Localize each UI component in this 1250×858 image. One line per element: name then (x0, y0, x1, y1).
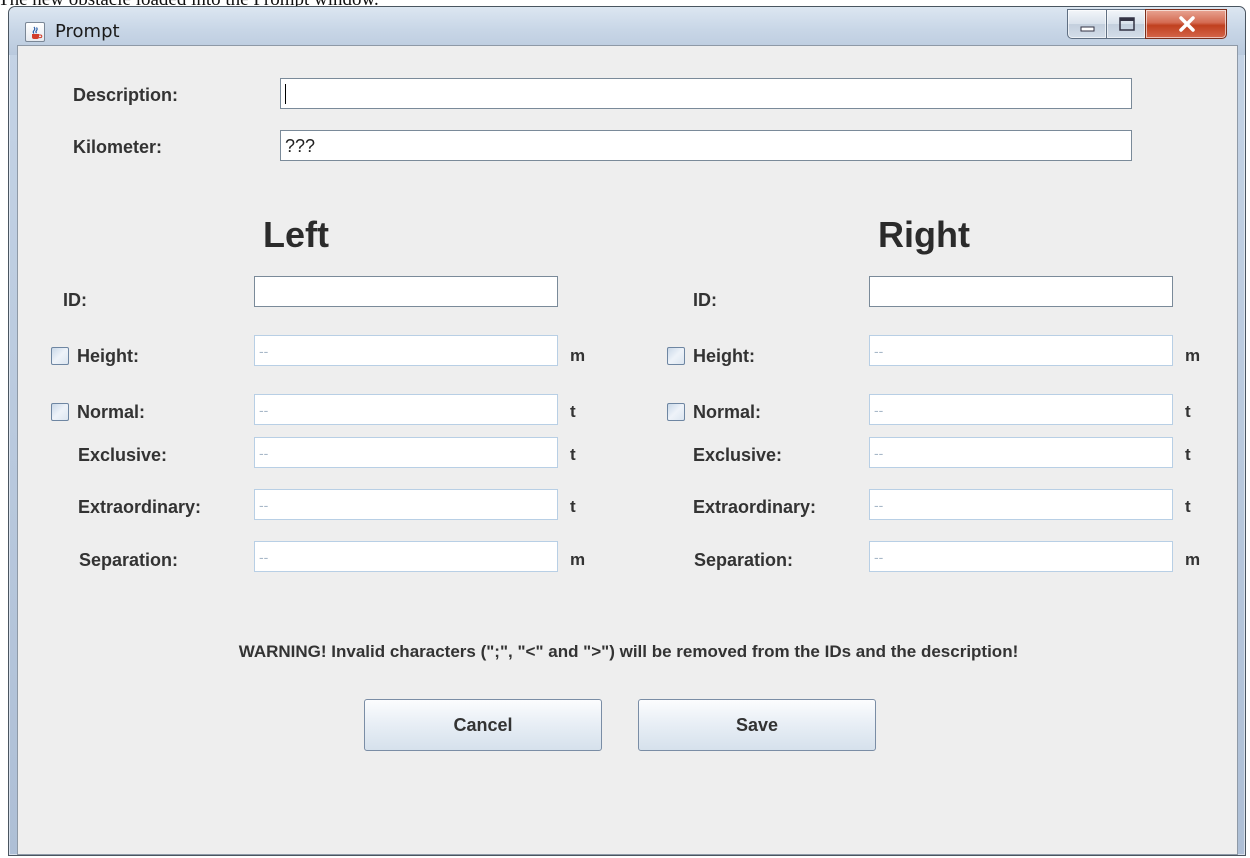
cancel-button[interactable]: Cancel (364, 699, 602, 751)
right-normal-input[interactable]: -- (869, 394, 1173, 425)
left-height-unit: m (570, 346, 586, 365)
left-height-input[interactable]: -- (254, 335, 558, 366)
right-heading: Right (878, 214, 970, 255)
right-separation-input[interactable]: -- (869, 541, 1173, 572)
left-height-checkbox[interactable] (51, 347, 69, 365)
left-heading: Left (263, 214, 329, 255)
right-height-unit: m (1185, 346, 1201, 365)
left-exclusive-label: Exclusive: (78, 445, 168, 465)
left-height-label: Height: (77, 346, 139, 366)
right-height-checkbox[interactable] (667, 347, 685, 365)
left-extraordinary-label: Extraordinary: (78, 497, 202, 517)
kilometer-label: Kilometer: (73, 137, 163, 157)
right-extraordinary-unit: t (1185, 497, 1191, 516)
left-extraordinary-input[interactable]: -- (254, 489, 558, 520)
right-extraordinary-label: Extraordinary: (693, 497, 817, 517)
description-label: Description: (73, 85, 179, 105)
right-separation-label: Separation: (694, 550, 794, 570)
close-icon (1179, 16, 1195, 32)
warning-message: WARNING! Invalid characters (";", "<" an… (238, 642, 1019, 661)
left-exclusive-input[interactable]: -- (254, 437, 558, 468)
description-input[interactable] (280, 78, 1132, 109)
right-height-input[interactable]: -- (869, 335, 1173, 366)
left-extraordinary-unit: t (570, 497, 576, 516)
text-caret (285, 84, 286, 104)
left-normal-input[interactable]: -- (254, 394, 558, 425)
close-button[interactable] (1145, 9, 1227, 39)
right-id-input[interactable] (869, 276, 1173, 307)
left-normal-checkbox[interactable] (51, 403, 69, 421)
window-title: Prompt (55, 21, 120, 42)
right-extraordinary-input[interactable]: -- (869, 489, 1173, 520)
left-normal-unit: t (570, 402, 576, 421)
right-normal-checkbox[interactable] (667, 403, 685, 421)
right-id-label: ID: (693, 290, 717, 310)
kilometer-input[interactable]: ??? (280, 130, 1132, 161)
right-separation-unit: m (1185, 550, 1201, 569)
right-height-label: Height: (693, 346, 755, 366)
left-id-label: ID: (63, 290, 87, 310)
minimize-button[interactable] (1067, 9, 1107, 39)
dialog-content: Description: Kilometer: ??? Left Right I… (17, 45, 1238, 855)
right-normal-label: Normal: (693, 402, 762, 422)
minimize-icon (1080, 26, 1095, 32)
left-normal-label: Normal: (77, 402, 146, 422)
left-id-input[interactable] (254, 276, 558, 307)
save-button[interactable]: Save (638, 699, 876, 751)
left-separation-unit: m (570, 550, 586, 569)
right-exclusive-unit: t (1185, 445, 1191, 464)
left-separation-label: Separation: (79, 550, 179, 570)
right-exclusive-input[interactable]: -- (869, 437, 1173, 468)
left-exclusive-unit: t (570, 445, 576, 464)
java-coffee-cup-icon (25, 22, 45, 42)
prompt-window: Prompt Description: Kilometer: ??? Left … (8, 6, 1246, 856)
maximize-icon (1119, 17, 1135, 31)
right-normal-unit: t (1185, 402, 1191, 421)
left-separation-input[interactable]: -- (254, 541, 558, 572)
right-exclusive-label: Exclusive: (693, 445, 783, 465)
maximize-button[interactable] (1106, 9, 1146, 39)
